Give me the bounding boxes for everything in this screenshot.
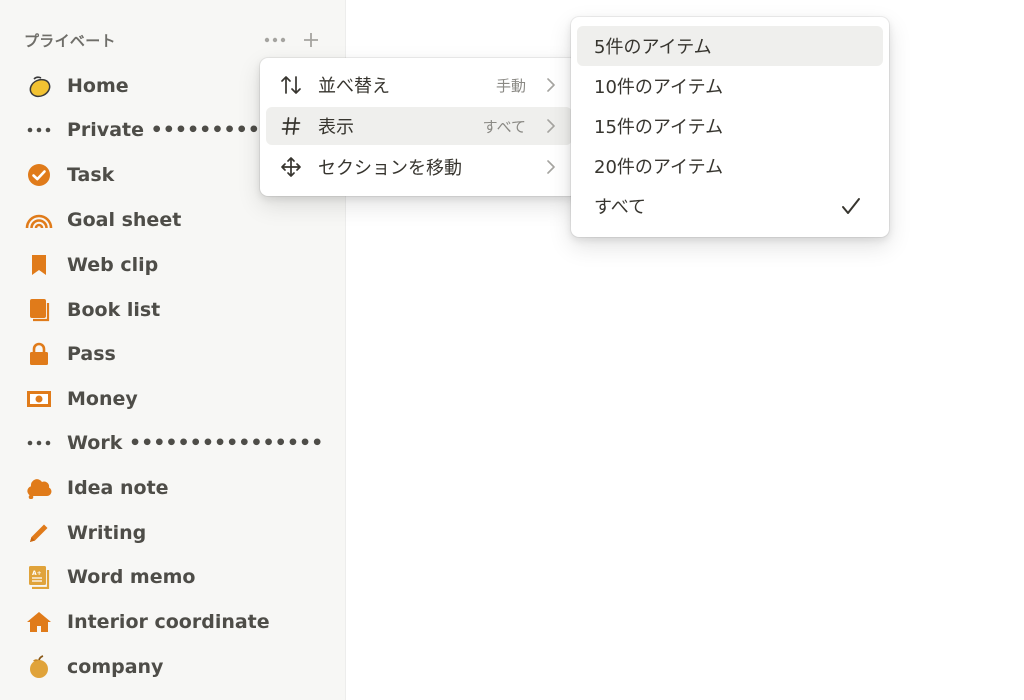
book-icon xyxy=(24,295,54,325)
sidebar-item-label: Interior coordinate xyxy=(67,611,270,633)
sidebar-item-label: Word memo xyxy=(67,566,196,588)
section-title: プライベート xyxy=(24,31,116,50)
chevron-right-icon xyxy=(544,78,558,92)
sidebar-item-idea-note[interactable]: Idea note xyxy=(24,468,324,508)
dots-icon xyxy=(24,115,54,145)
note-icon: A+ xyxy=(24,562,54,592)
submenu-item-15[interactable]: 15件のアイテム xyxy=(577,106,883,146)
sidebar-item-word-memo[interactable]: A+ Word memo xyxy=(24,557,324,597)
pencil-icon xyxy=(24,518,54,548)
menu-item-sort[interactable]: 並べ替え 手動 xyxy=(266,66,572,104)
menu-item-value: すべて xyxy=(482,117,526,136)
banknote-icon xyxy=(24,384,54,414)
menu-item-label: セクションを移動 xyxy=(318,158,462,179)
chevron-right-icon xyxy=(544,160,558,174)
menu-item-label: 並べ替え xyxy=(318,76,390,97)
chevron-right-icon xyxy=(544,119,558,133)
rainbow-icon xyxy=(24,205,54,235)
sidebar-item-work[interactable]: Work •••••••••••••••• xyxy=(24,423,324,463)
sidebar-item-label: Pass xyxy=(67,343,116,365)
display-count-submenu: 5件のアイテム 10件のアイテム 15件のアイテム 20件のアイテム すべて xyxy=(571,17,889,237)
sidebar-item-label: Goal sheet xyxy=(67,209,182,231)
sidebar-item-label: Home xyxy=(67,75,129,97)
menu-item-move-section[interactable]: セクションを移動 xyxy=(266,148,572,186)
sidebar-item-label: Money xyxy=(67,388,138,410)
submenu-item-5[interactable]: 5件のアイテム xyxy=(577,26,883,66)
dots-icon xyxy=(24,428,54,458)
sidebar-item-company[interactable]: company xyxy=(24,647,324,687)
sort-arrows-icon xyxy=(278,72,304,98)
check-circle-icon xyxy=(24,160,54,190)
menu-item-label: 表示 xyxy=(318,117,354,138)
svg-text:A+: A+ xyxy=(32,570,42,577)
checkmark-icon xyxy=(839,194,863,218)
house-icon xyxy=(24,607,54,637)
sidebar-item-label: Web clip xyxy=(67,254,159,276)
sidebar-item-label: Task xyxy=(67,164,115,186)
sidebar-item-label: Writing xyxy=(67,522,147,544)
bookmark-icon xyxy=(24,250,54,280)
apple-icon xyxy=(24,652,54,682)
section-actions xyxy=(262,29,324,51)
sidebar-item-web-clip[interactable]: Web clip xyxy=(24,245,324,285)
sidebar-item-money[interactable]: Money xyxy=(24,379,324,419)
sidebar-item-pass[interactable]: Pass xyxy=(24,334,324,374)
cloud-icon xyxy=(24,473,54,503)
lock-icon xyxy=(24,339,54,369)
hash-icon xyxy=(278,113,304,139)
sidebar-item-label: Work •••••••••••••••• xyxy=(67,432,324,454)
submenu-item-10[interactable]: 10件のアイテム xyxy=(577,66,883,106)
sidebar-item-interior-coordinate[interactable]: Interior coordinate xyxy=(24,602,324,642)
sidebar-item-writing[interactable]: Writing xyxy=(24,513,324,553)
sidebar-item-goal-sheet[interactable]: Goal sheet xyxy=(24,200,324,240)
menu-item-display[interactable]: 表示 すべて xyxy=(266,107,572,145)
submenu-item-label: 15件のアイテム xyxy=(594,117,724,138)
sidebar-item-book-list[interactable]: Book list xyxy=(24,290,324,330)
more-options-icon[interactable] xyxy=(262,29,288,51)
submenu-item-label: 20件のアイテム xyxy=(594,157,724,178)
sidebar-item-label: company xyxy=(67,656,164,678)
menu-item-value: 手動 xyxy=(495,76,526,95)
submenu-item-label: 10件のアイテム xyxy=(594,77,724,98)
move-icon xyxy=(278,154,304,180)
submenu-item-all[interactable]: すべて xyxy=(577,186,883,226)
section-header[interactable]: プライベート xyxy=(24,26,324,54)
sidebar-item-label: Idea note xyxy=(67,477,169,499)
submenu-item-label: 5件のアイテム xyxy=(594,37,712,58)
sidebar-item-label: Book list xyxy=(67,299,161,321)
submenu-item-label: すべて xyxy=(594,197,647,218)
submenu-item-20[interactable]: 20件のアイテム xyxy=(577,146,883,186)
add-page-icon[interactable] xyxy=(298,29,324,51)
lemon-icon xyxy=(24,71,54,101)
section-options-menu: 並べ替え 手動 表示 すべて セクションを移動 xyxy=(260,58,578,196)
